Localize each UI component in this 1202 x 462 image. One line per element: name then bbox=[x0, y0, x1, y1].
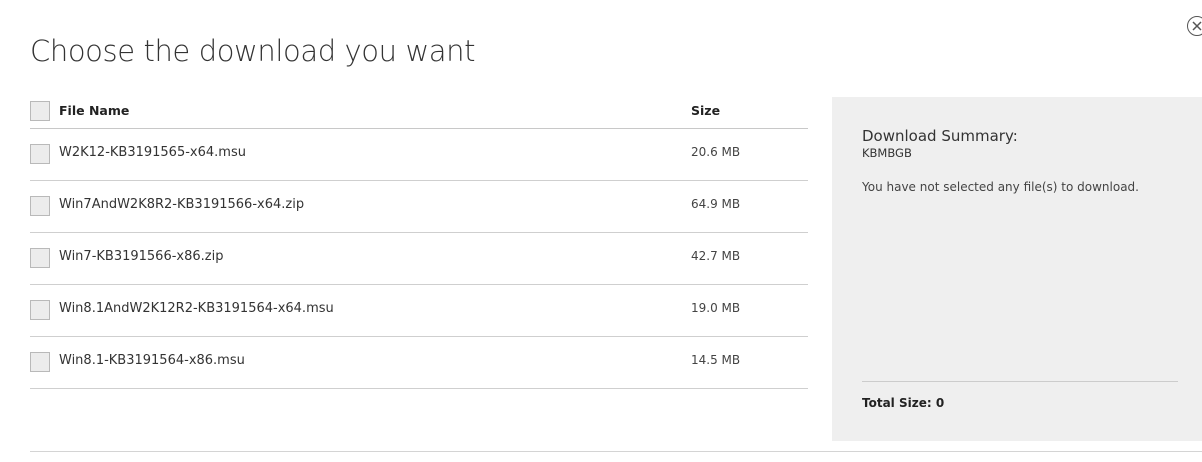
close-icon[interactable] bbox=[1187, 16, 1202, 36]
file-size: 64.9 MB bbox=[691, 197, 741, 211]
file-checkbox[interactable] bbox=[30, 144, 50, 164]
total-size: Total Size: 0 bbox=[862, 396, 945, 410]
page-title: Choose the download you want bbox=[30, 34, 476, 68]
file-checkbox[interactable] bbox=[30, 352, 50, 372]
table-header: File Name Size bbox=[30, 96, 808, 129]
summary-message: You have not selected any file(s) to dow… bbox=[862, 180, 1139, 194]
footer-divider bbox=[30, 451, 1202, 452]
file-name: W2K12-KB3191565-x64.msu bbox=[59, 145, 246, 160]
summary-heading: Download Summary: bbox=[862, 127, 1018, 145]
file-checkbox[interactable] bbox=[30, 196, 50, 216]
file-size: 42.7 MB bbox=[691, 249, 741, 263]
file-name: Win7-KB3191566-x86.zip bbox=[59, 249, 224, 264]
table-row: Win7AndW2K8R2-KB3191566-x64.zip 64.9 MB bbox=[30, 181, 808, 233]
size-column-header: Size bbox=[691, 103, 721, 118]
download-summary-panel: Download Summary: KBMBGB You have not se… bbox=[832, 97, 1202, 441]
table-row: Win8.1AndW2K12R2-KB3191564-x64.msu 19.0 … bbox=[30, 285, 808, 337]
table-row: Win8.1-KB3191564-x86.msu 14.5 MB bbox=[30, 337, 808, 389]
file-table: File Name Size W2K12-KB3191565-x64.msu 2… bbox=[30, 96, 808, 389]
file-checkbox[interactable] bbox=[30, 248, 50, 268]
table-row: W2K12-KB3191565-x64.msu 20.6 MB bbox=[30, 129, 808, 181]
select-all-checkbox[interactable] bbox=[30, 101, 50, 121]
file-size: 19.0 MB bbox=[691, 301, 741, 315]
file-size: 20.6 MB bbox=[691, 145, 741, 159]
file-name: Win8.1AndW2K12R2-KB3191564-x64.msu bbox=[59, 301, 334, 316]
summary-code: KBMBGB bbox=[862, 146, 912, 160]
summary-divider bbox=[862, 381, 1178, 382]
file-size: 14.5 MB bbox=[691, 353, 741, 367]
download-dialog: Choose the download you want File Name S… bbox=[0, 0, 1202, 462]
close-x-glyph bbox=[1192, 21, 1202, 31]
file-name: Win8.1-KB3191564-x86.msu bbox=[59, 353, 245, 368]
file-name: Win7AndW2K8R2-KB3191566-x64.zip bbox=[59, 197, 305, 212]
table-row: Win7-KB3191566-x86.zip 42.7 MB bbox=[30, 233, 808, 285]
file-name-column-header: File Name bbox=[59, 103, 130, 118]
file-checkbox[interactable] bbox=[30, 300, 50, 320]
